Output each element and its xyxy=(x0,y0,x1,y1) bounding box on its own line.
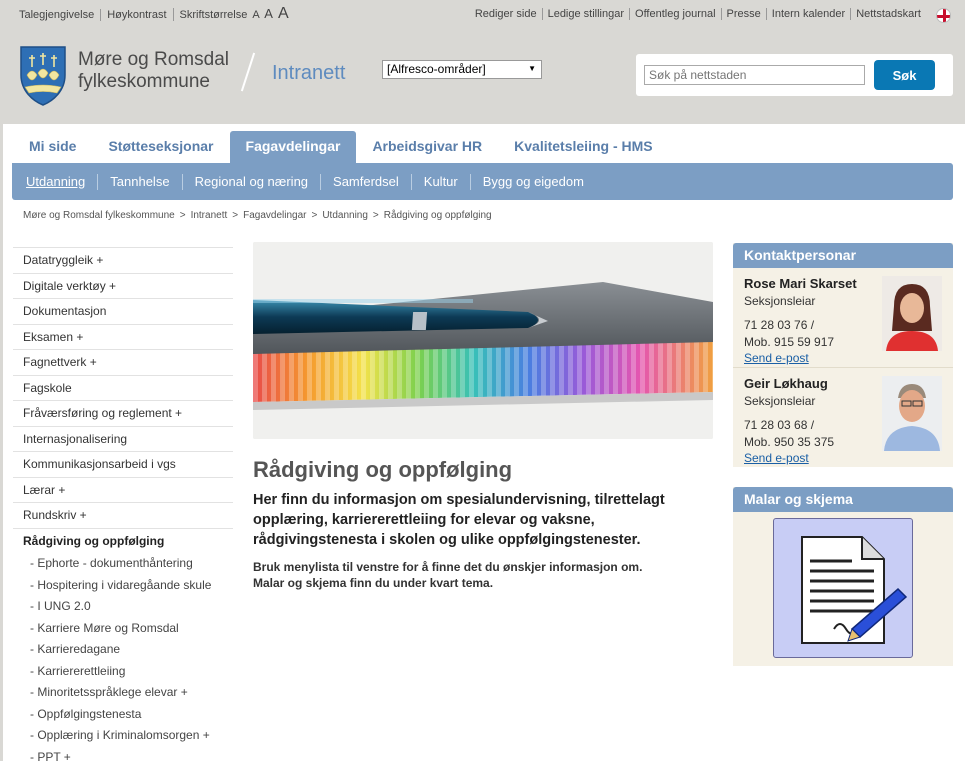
tab-fagavdelingar[interactable]: Fagavdelingar xyxy=(229,131,357,163)
leftnav-subitem[interactable]: - Karriere Møre og Romsdal xyxy=(13,618,233,640)
subnav-samferdsel[interactable]: Samferdsel xyxy=(320,173,411,190)
tab-arbeidsgivar-hr[interactable]: Arbeidsgivar HR xyxy=(356,131,498,163)
forms-box: Malar og skjema xyxy=(733,487,953,666)
header-divider xyxy=(240,52,256,92)
subnav-kultur[interactable]: Kultur xyxy=(410,173,470,190)
font-size-control: Skriftstørrelse A A A xyxy=(172,5,295,22)
dropdown-value: [Alfresco-områder] xyxy=(387,62,486,76)
public-journal-link[interactable]: Offentleg journal xyxy=(629,8,721,20)
leftnav-subitem[interactable]: - I UNG 2.0 xyxy=(13,596,233,618)
speech-link[interactable]: Talegjengivelse xyxy=(19,9,100,21)
font-size-small-button[interactable]: A xyxy=(252,9,259,21)
internal-calendar-link[interactable]: Intern kalender xyxy=(765,8,850,20)
breadcrumb-item[interactable]: Fagavdelingar xyxy=(243,210,306,221)
leftnav-item[interactable]: Dokumentasjon xyxy=(13,298,233,324)
breadcrumb-current: Rådgiving og oppfølging xyxy=(383,210,492,221)
contact-card: Geir Løkhaug Seksjonsleiar 71 28 03 68 /… xyxy=(733,367,953,466)
font-size-label: Skriftstørrelse xyxy=(179,9,248,21)
notebook-pen-illustration xyxy=(253,242,713,439)
leftnav-item[interactable]: Fråværsføring og reglement + xyxy=(13,400,233,426)
dropdown-arrow-icon: ▼ xyxy=(528,64,536,73)
leftnav-item[interactable]: Datatryggleik + xyxy=(13,247,233,273)
edit-page-link[interactable]: Rediger side xyxy=(470,8,542,20)
leftnav-item-active[interactable]: Rådgiving og oppfølging xyxy=(13,527,233,554)
leftnav-item[interactable]: Rundskriv + xyxy=(13,502,233,528)
document-pen-icon[interactable] xyxy=(773,518,913,658)
leftnav-item[interactable]: Lærar + xyxy=(13,476,233,503)
subnav-bygg[interactable]: Bygg og eigedom xyxy=(469,173,596,190)
leftnav-subitem[interactable]: - Oppfølgingstenesta xyxy=(13,704,233,726)
tab-mi-side[interactable]: Mi side xyxy=(13,131,92,163)
leftnav-item[interactable]: Fagnettverk + xyxy=(13,349,233,375)
contacts-heading: Kontaktpersonar xyxy=(733,243,953,268)
leftnav-subitem[interactable]: - Minoritetsspråklege elevar + xyxy=(13,682,233,704)
leftnav-subitem[interactable]: - Opplæring i Kriminalomsorgen + xyxy=(13,725,233,747)
main-tabs: Mi side Støtteseksjonar Fagavdelingar Ar… xyxy=(13,131,669,163)
leftnav-subitem[interactable]: - PPT + xyxy=(13,747,233,761)
leftnav-subitem[interactable]: - Hospitering i vidaregåande skule xyxy=(13,575,233,597)
leftnav-subitem[interactable]: - Karriererettleiing xyxy=(13,661,233,683)
english-flag-icon[interactable] xyxy=(936,8,951,23)
body-text: Bruk menylista til venstre for å finne d… xyxy=(253,559,713,591)
body-line: Malar og skjema finn du under kvart tema… xyxy=(253,576,494,590)
leftnav-item[interactable]: Internasjonalisering xyxy=(13,425,233,452)
contact-photo xyxy=(882,376,942,451)
site-name[interactable]: Intranett xyxy=(272,62,345,85)
font-size-medium-button[interactable]: A xyxy=(264,6,273,21)
organization-name[interactable]: Møre og Romsdal fylkeskommune xyxy=(78,49,229,93)
sitemap-link[interactable]: Nettstadskart xyxy=(850,8,926,20)
lead-paragraph: Her finn du informasjon om spesialunderv… xyxy=(253,492,665,548)
org-name-line2: fylkeskommune xyxy=(78,71,210,92)
hero-image xyxy=(253,242,713,439)
leftnav-subitem[interactable]: - Ephorte - dokumenthåntering xyxy=(13,553,233,575)
forms-heading[interactable]: Malar og skjema xyxy=(733,487,953,512)
search-input[interactable] xyxy=(644,65,865,85)
subnav-tannhelse[interactable]: Tannhelse xyxy=(97,173,181,190)
body-line: Bruk menylista til venstre for å finne d… xyxy=(253,560,643,574)
page-title: Rådgiving og oppfølging xyxy=(253,457,513,482)
font-size-large-button[interactable]: A xyxy=(278,5,289,22)
contact-photo xyxy=(882,276,942,351)
tab-kvalitetsleiing-hms[interactable]: Kvalitetsleiing - HMS xyxy=(498,131,668,163)
coat-of-arms-logo[interactable] xyxy=(19,45,67,107)
subnav-regional[interactable]: Regional og næring xyxy=(181,173,320,190)
high-contrast-link[interactable]: Høykontrast xyxy=(100,9,172,21)
send-email-link[interactable]: Send e-post xyxy=(744,451,809,465)
contact-card: Rose Mari Skarset Seksjonsleiar 71 28 03… xyxy=(733,268,953,367)
utility-bar: Talegjengivelse Høykontrast Skriftstørre… xyxy=(0,0,965,32)
alfresco-areas-dropdown[interactable]: [Alfresco-områder] ▼ xyxy=(382,60,542,79)
sub-navigation: Utdanning Tannhelse Regional og næring S… xyxy=(12,163,953,200)
breadcrumb-item[interactable]: Utdanning xyxy=(322,210,368,221)
leftnav-item[interactable]: Eksamen + xyxy=(13,323,233,350)
leftnav-item[interactable]: Kommunikasjonsarbeid i vgs xyxy=(13,451,233,477)
utility-links: Rediger side Ledige stillingar Offentleg… xyxy=(470,8,926,20)
accessibility-links: Talegjengivelse Høykontrast Skriftstørre… xyxy=(19,5,295,22)
send-email-link[interactable]: Send e-post xyxy=(744,351,809,365)
site-header: Møre og Romsdal fylkeskommune Intranett … xyxy=(0,40,965,120)
leftnav-subitem[interactable]: - Karrieredagane xyxy=(13,639,233,661)
breadcrumb-item[interactable]: Intranett xyxy=(191,210,228,221)
press-link[interactable]: Presse xyxy=(720,8,766,20)
tab-stotteseksjonar[interactable]: Støtteseksjonar xyxy=(92,131,229,163)
leftnav-item[interactable]: Digitale verktøy + xyxy=(13,272,233,299)
breadcrumb: Møre og Romsdal fylkeskommune > Intranett >… xyxy=(23,210,492,221)
leftnav-item[interactable]: Fagskole xyxy=(13,374,233,401)
subnav-utdanning[interactable]: Utdanning xyxy=(14,174,97,190)
contacts-box: Kontaktpersonar Rose Mari Skarset Seksjo… xyxy=(733,243,953,467)
left-navigation: Datatryggleik + Digitale verktøy + Dokum… xyxy=(13,247,233,761)
breadcrumb-item[interactable]: Møre og Romsdal fylkeskommune xyxy=(23,210,175,221)
search-button[interactable]: Søk xyxy=(874,60,935,90)
vacancies-link[interactable]: Ledige stillingar xyxy=(541,8,629,20)
org-name-line1: Møre og Romsdal xyxy=(78,49,229,70)
search-box: Søk xyxy=(636,54,953,96)
